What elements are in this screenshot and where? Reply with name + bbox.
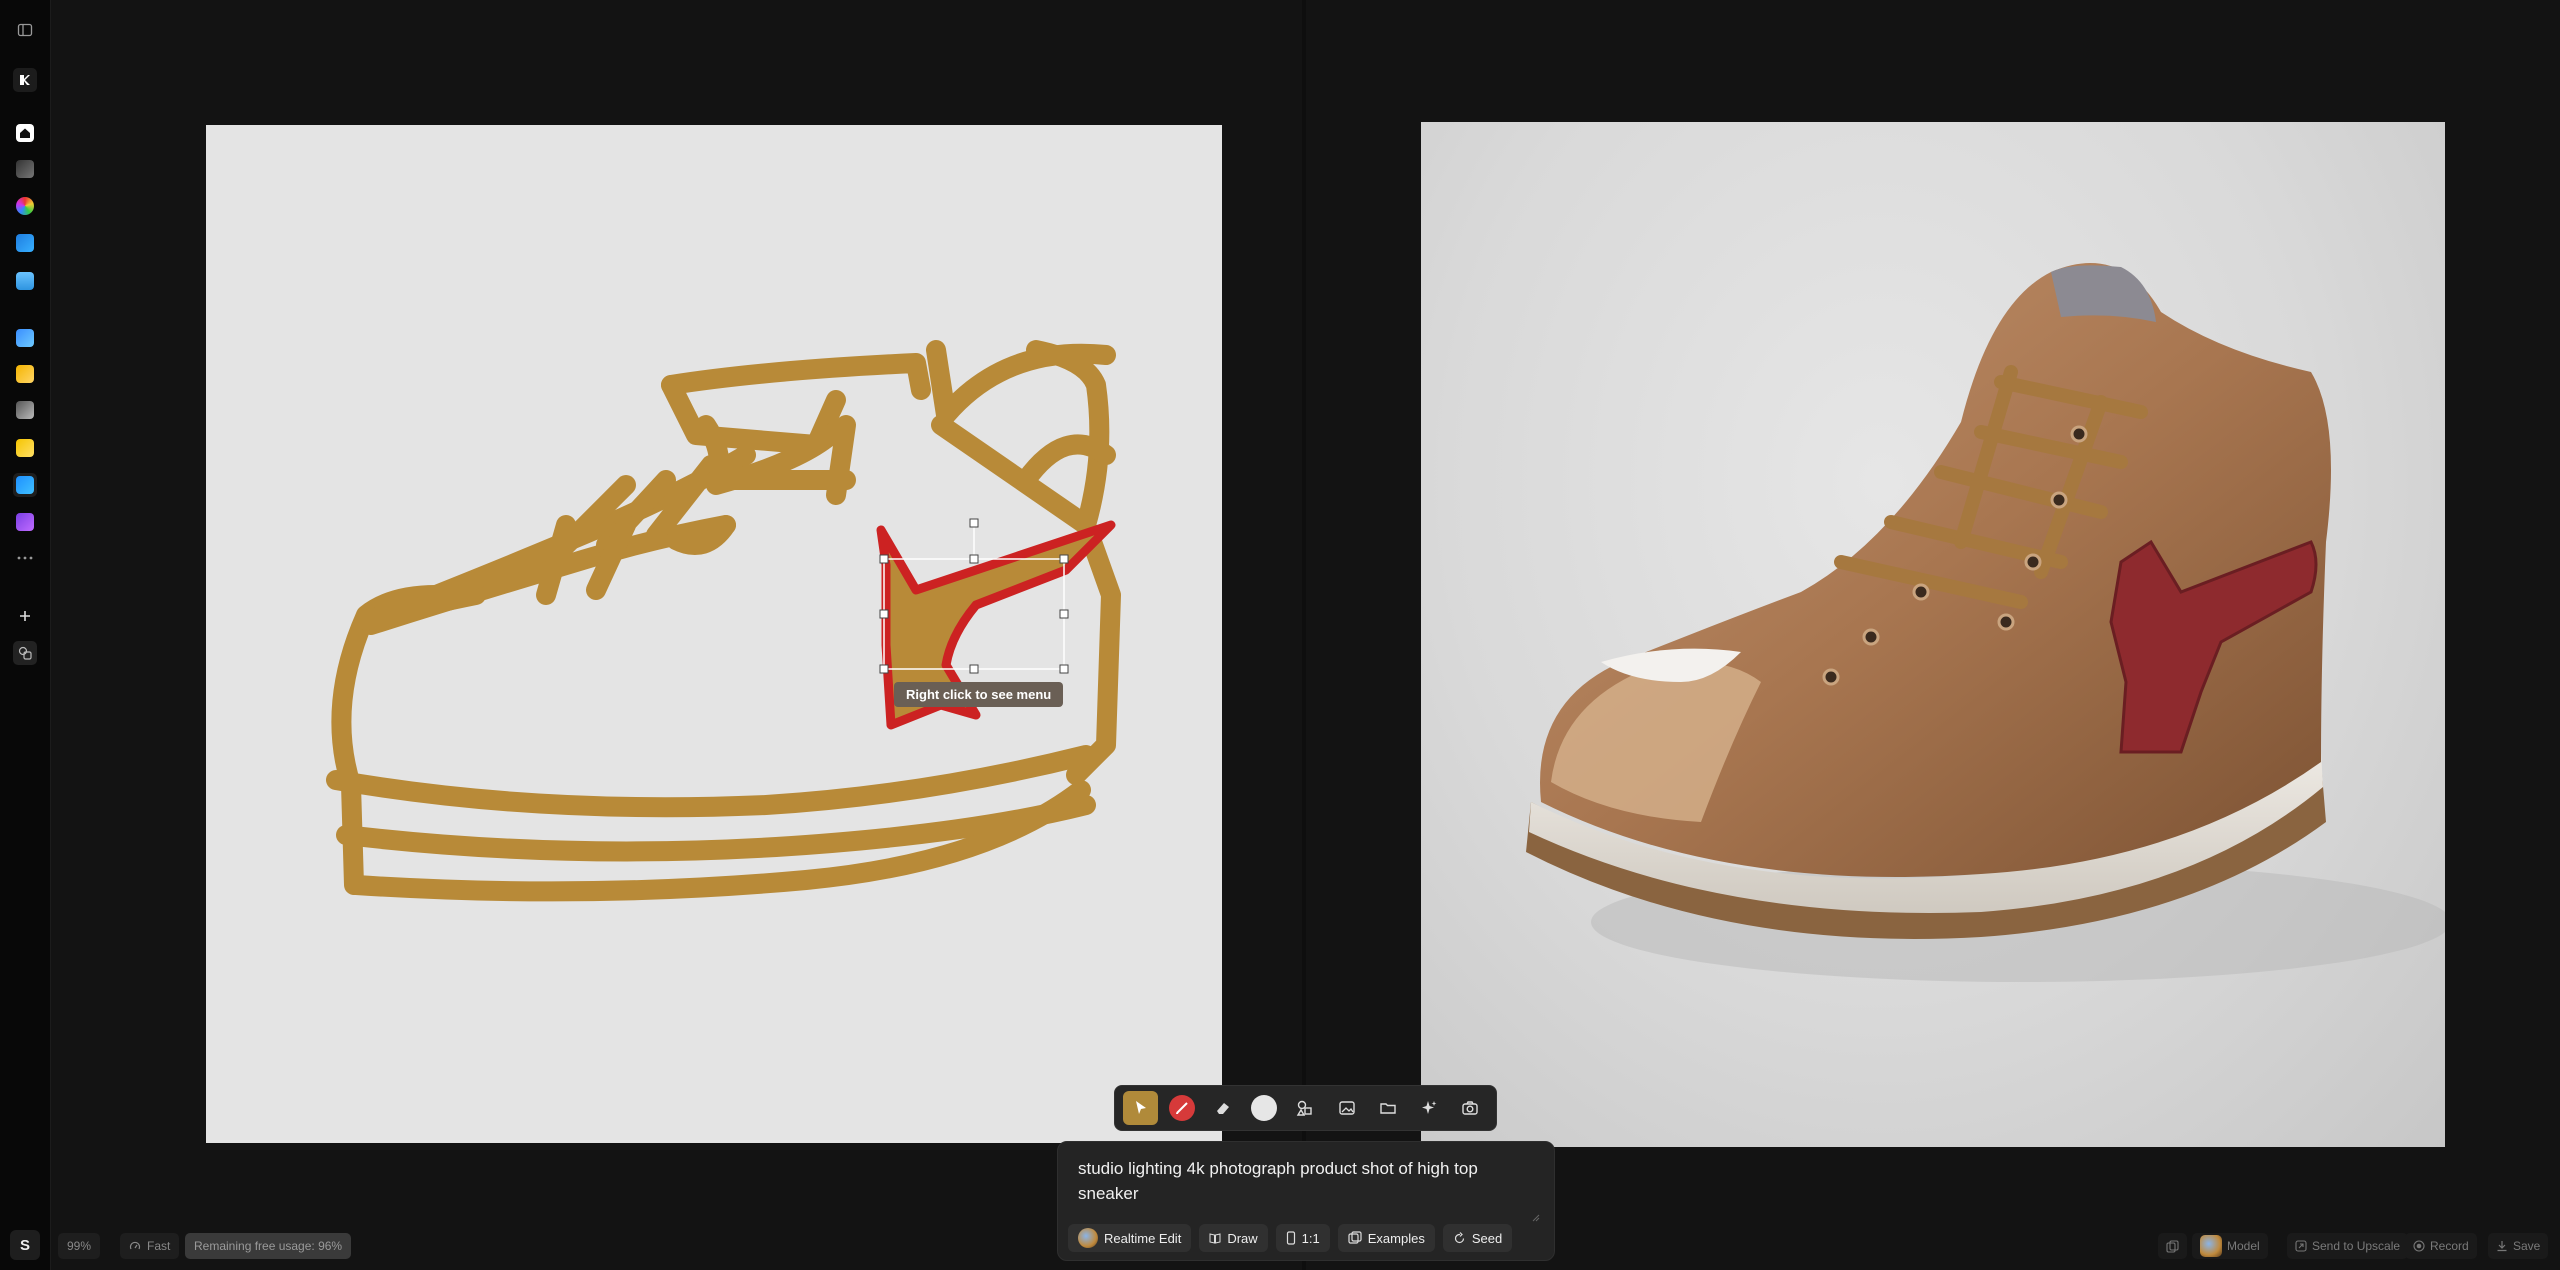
resize-grip-icon[interactable] bbox=[1530, 1212, 1540, 1222]
krea-logo-icon[interactable] bbox=[13, 68, 37, 92]
phone-icon bbox=[1286, 1231, 1295, 1245]
speed-toggle[interactable]: Fast bbox=[120, 1233, 180, 1259]
reset-icon bbox=[1454, 1231, 1464, 1243]
upscale-icon bbox=[2295, 1240, 2307, 1252]
image-grid-icon[interactable] bbox=[13, 231, 37, 255]
tools-icon[interactable] bbox=[13, 641, 37, 665]
book-icon bbox=[1209, 1233, 1221, 1244]
realtime-edit-button[interactable]: Realtime Edit bbox=[1068, 1224, 1192, 1252]
color-wheel-icon[interactable] bbox=[13, 194, 37, 218]
aspect-ratio-button[interactable]: 1:1 bbox=[1275, 1224, 1330, 1252]
sneaker-photo bbox=[1526, 263, 2445, 982]
prompt-input[interactable]: studio lighting 4k photograph product sh… bbox=[1078, 1156, 1518, 1226]
folder-tool-icon[interactable] bbox=[1370, 1091, 1405, 1125]
camera-tool-icon[interactable] bbox=[1453, 1091, 1488, 1125]
panel-divider[interactable] bbox=[1302, 0, 1306, 1270]
sneaker-sketch bbox=[326, 340, 1121, 902]
sidebar-toggle-icon[interactable] bbox=[13, 18, 37, 42]
images-icon bbox=[1348, 1231, 1362, 1244]
seed-button[interactable]: Seed bbox=[1442, 1224, 1513, 1252]
realtime-icon[interactable] bbox=[13, 473, 37, 497]
sidebar: S bbox=[0, 0, 51, 1270]
app: S Right click to see menu studio lightin… bbox=[0, 0, 2560, 1270]
folder-icon[interactable] bbox=[13, 269, 37, 293]
realtime-model-icon bbox=[1078, 1228, 1098, 1248]
pen-tool-icon[interactable] bbox=[13, 157, 37, 181]
model-button[interactable]: Model bbox=[2192, 1233, 2268, 1259]
draw-button[interactable]: Draw bbox=[1199, 1224, 1268, 1252]
brush-tool-icon[interactable] bbox=[1164, 1091, 1199, 1125]
copy-icon bbox=[2166, 1239, 2179, 1253]
drawing-canvas[interactable]: Right click to see menu bbox=[206, 125, 1222, 1143]
usage-indicator[interactable]: Remaining free usage: 96% bbox=[185, 1233, 352, 1259]
home-icon[interactable] bbox=[13, 121, 37, 145]
context-tooltip: Right click to see menu bbox=[894, 682, 1064, 707]
eraser-tool-icon[interactable] bbox=[1205, 1091, 1240, 1125]
examples-button[interactable]: Examples bbox=[1337, 1224, 1435, 1252]
download-icon bbox=[2497, 1241, 2507, 1252]
video-icon[interactable] bbox=[13, 326, 37, 350]
color-swatch[interactable] bbox=[1247, 1091, 1282, 1125]
zoom-level[interactable]: 99% bbox=[58, 1233, 101, 1259]
gauge-icon bbox=[129, 1241, 141, 1250]
select-tool-icon[interactable] bbox=[1123, 1091, 1159, 1125]
drawing-toolbar bbox=[1114, 1085, 1497, 1131]
model-thumbnail bbox=[2200, 1235, 2222, 1257]
more-icon[interactable] bbox=[13, 546, 37, 570]
record-button[interactable]: Record bbox=[2405, 1233, 2477, 1259]
gallery-icon[interactable] bbox=[13, 362, 37, 386]
add-icon[interactable] bbox=[13, 604, 37, 628]
brush-icon[interactable] bbox=[13, 398, 37, 422]
train-icon[interactable] bbox=[13, 510, 37, 534]
avatar[interactable]: S bbox=[10, 1230, 40, 1260]
record-icon bbox=[2413, 1240, 2425, 1252]
enhance-icon[interactable] bbox=[13, 436, 37, 460]
save-button[interactable]: Save bbox=[2488, 1233, 2549, 1259]
copy-button[interactable] bbox=[2158, 1233, 2187, 1259]
shapes-tool-icon[interactable] bbox=[1288, 1091, 1323, 1125]
image-tool-icon[interactable] bbox=[1329, 1091, 1364, 1125]
generated-image[interactable] bbox=[1421, 122, 2445, 1147]
prompt-box: studio lighting 4k photograph product sh… bbox=[1057, 1141, 1555, 1261]
sparkle-tool-icon[interactable] bbox=[1412, 1091, 1447, 1125]
send-to-upscale-button[interactable]: Send to Upscale bbox=[2287, 1233, 2409, 1259]
